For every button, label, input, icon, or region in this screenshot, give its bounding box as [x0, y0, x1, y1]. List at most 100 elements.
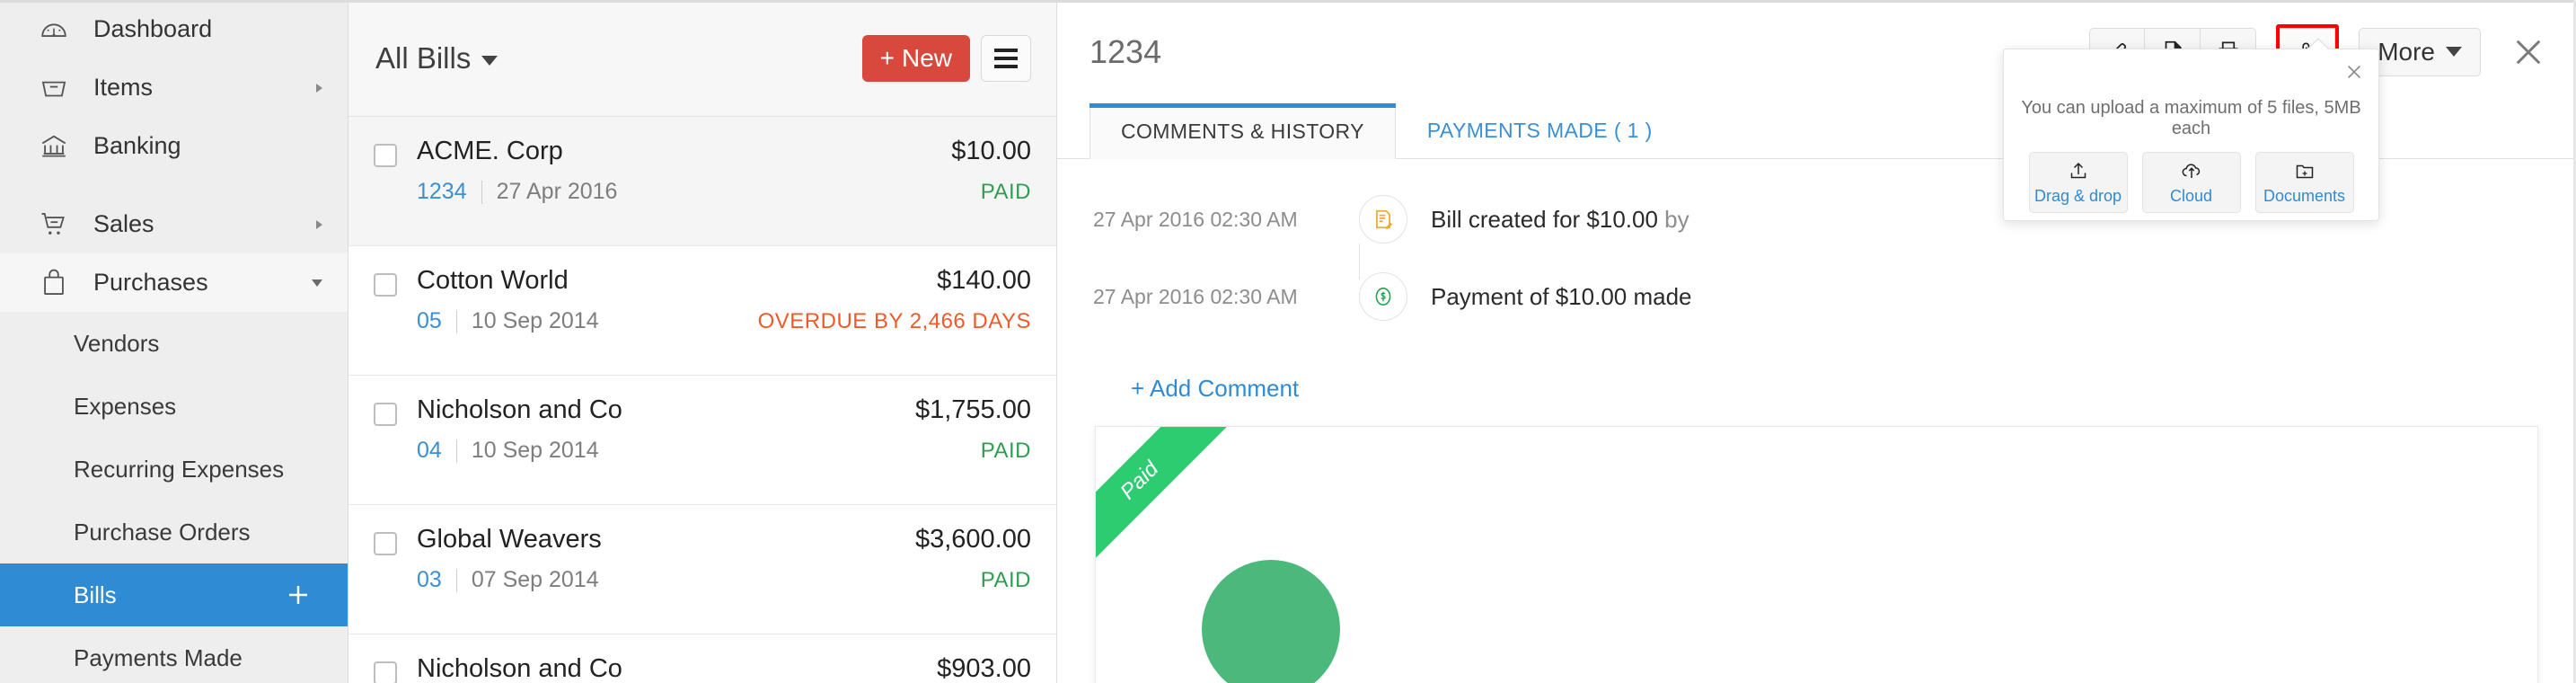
bill-vendor-name: Nicholson and Co	[417, 654, 622, 683]
close-icon[interactable]	[2342, 60, 2366, 84]
new-button-label: New	[901, 43, 952, 72]
bill-row-primary: ACME. Corp $10.00	[417, 137, 1031, 166]
status-badge: PAID	[980, 180, 1031, 204]
sidebar-subitem-label: Payments Made	[74, 643, 243, 671]
bill-row-primary: Nicholson and Co $1,755.00	[417, 395, 1031, 425]
sidebar-item-sales[interactable]: Sales	[0, 195, 348, 253]
bill-row-secondary: 04 10 Sep 2014 PAID	[417, 438, 1031, 464]
sidebar-item-banking[interactable]: Banking	[0, 117, 348, 175]
sidebar-subitem-label: Bills	[74, 581, 117, 608]
dashboard-icon	[34, 10, 74, 49]
cart-icon	[34, 205, 74, 244]
paid-ribbon: Paid	[1096, 427, 1230, 571]
cloud-option[interactable]: Cloud	[2141, 152, 2241, 213]
sidebar-item-dashboard[interactable]: Dashboard	[0, 0, 348, 58]
bill-row-primary: Nicholson and Co $903.00	[417, 654, 1031, 683]
documents-option[interactable]: Documents	[2254, 152, 2354, 213]
sidebar: Dashboard Items Banking Sales Purchases …	[0, 0, 348, 683]
cloud-upload-icon	[2181, 160, 2202, 182]
bill-list-item[interactable]: Cotton World $140.00 05 10 Sep 2014 OVER…	[348, 246, 1056, 376]
cloud-label: Cloud	[2169, 186, 2213, 205]
chevron-right-icon	[316, 219, 322, 229]
bill-number[interactable]: 03	[417, 567, 442, 593]
timeline-text: Bill created for $10.00 by	[1431, 195, 1689, 234]
bill-detail-panel: 1234 More COMMENTS & HISTORY PAYMENTS MA…	[1057, 0, 2576, 683]
drag-drop-label: Drag & drop	[2033, 186, 2122, 205]
bill-vendor-name: Nicholson and Co	[417, 395, 622, 424]
bill-row-secondary: 1234 27 Apr 2016 PAID	[417, 179, 1031, 205]
upload-options: Drag & drop Cloud Documents	[2004, 139, 2378, 213]
bill-preview-area: Paid	[1057, 426, 2576, 683]
status-badge: PAID	[980, 439, 1031, 463]
upload-limit-message: You can upload a maximum of 5 files, 5MB…	[2021, 98, 2361, 138]
sidebar-item-vendors[interactable]: Vendors	[0, 312, 348, 375]
sidebar-item-expenses[interactable]: Expenses	[0, 375, 348, 438]
bill-list-item[interactable]: ACME. Corp $10.00 1234 27 Apr 2016 PAID	[348, 117, 1056, 246]
bill-number[interactable]: 04	[417, 438, 442, 464]
chevron-down-icon	[2446, 47, 2462, 57]
new-bill-button[interactable]: + New	[861, 34, 970, 82]
bill-row-body: Global Weavers $3,600.00 03 07 Sep 2014 …	[417, 525, 1031, 616]
row-checkbox[interactable]	[374, 403, 397, 426]
bill-list-item[interactable]: Nicholson and Co $1,755.00 04 10 Sep 201…	[348, 376, 1056, 505]
tab-comments-history[interactable]: COMMENTS & HISTORY	[1090, 103, 1396, 159]
window-top-edge	[0, 0, 2576, 3]
bill-vendor-name: Cotton World	[417, 266, 569, 295]
bill-row-primary: Global Weavers $3,600.00	[417, 525, 1031, 554]
bill-row-body: Cotton World $140.00 05 10 Sep 2014 OVER…	[417, 266, 1031, 357]
chevron-down-icon	[312, 279, 322, 287]
row-checkbox[interactable]	[374, 532, 397, 555]
bill-date: 10 Sep 2014	[471, 308, 599, 333]
bill-amount: $140.00	[937, 266, 1031, 295]
tab-payments-made[interactable]: PAYMENTS MADE ( 1 )	[1396, 102, 1684, 158]
row-checkbox[interactable]	[374, 273, 397, 297]
bill-date: 27 Apr 2016	[496, 179, 618, 204]
bill-number[interactable]: 1234	[417, 179, 467, 205]
bill-amount: $3,600.00	[914, 525, 1031, 554]
hamburger-icon[interactable]	[981, 34, 1031, 82]
tab-label: COMMENTS & HISTORY	[1121, 119, 1364, 143]
plus-icon[interactable]	[285, 581, 312, 608]
sidebar-divider-gap	[0, 175, 348, 195]
row-checkbox[interactable]	[374, 144, 397, 167]
drag-drop-option[interactable]: Drag & drop	[2028, 152, 2128, 213]
bill-document-preview[interactable]: Paid	[1095, 426, 2538, 683]
list-header-actions: + New	[861, 34, 1031, 82]
separator	[455, 568, 457, 592]
add-comment-link[interactable]: + Add Comment	[1093, 350, 2576, 403]
paid-ribbon-label: Paid	[1116, 457, 1164, 505]
sidebar-item-label: Sales	[93, 210, 154, 237]
bill-list-item[interactable]: Global Weavers $3,600.00 03 07 Sep 2014 …	[348, 505, 1056, 634]
basket-icon	[34, 68, 74, 108]
close-icon[interactable]	[2508, 31, 2549, 73]
timeline-connector	[1359, 244, 1360, 279]
sidebar-item-bills[interactable]: Bills	[0, 563, 348, 626]
row-checkbox[interactable]	[374, 661, 397, 683]
bill-row-secondary: 05 10 Sep 2014 OVERDUE BY 2,466 DAYS	[417, 308, 1031, 334]
bill-date: 10 Sep 2014	[471, 438, 599, 463]
upload-icon	[2068, 160, 2089, 182]
separator	[455, 439, 457, 463]
sidebar-item-purchase-orders[interactable]: Purchase Orders	[0, 501, 348, 563]
list-filter-dropdown[interactable]: All Bills	[375, 41, 498, 75]
sidebar-item-recurring-expenses[interactable]: Recurring Expenses	[0, 438, 348, 501]
timeline-timestamp: 27 Apr 2016 02:30 AM	[1093, 208, 1298, 231]
bag-icon	[34, 263, 74, 303]
documents-label: Documents	[2263, 186, 2346, 205]
separator	[481, 180, 482, 204]
bank-icon	[34, 127, 74, 166]
bill-number[interactable]: 05	[417, 308, 442, 334]
vendor-logo	[1202, 560, 1340, 683]
status-badge: PAID	[980, 568, 1031, 592]
bill-amount: $1,755.00	[914, 395, 1031, 424]
sidebar-item-items[interactable]: Items	[0, 58, 348, 117]
sidebar-item-label: Banking	[93, 132, 181, 159]
bill-created-icon	[1359, 195, 1407, 244]
timeline-main-text: Payment of $10.00 made	[1431, 283, 1692, 310]
bill-list-item[interactable]: Nicholson and Co $903.00 02 10 Sep 2014 …	[348, 634, 1056, 683]
timeline-muted-text: by	[1657, 206, 1689, 233]
sidebar-item-purchases[interactable]: Purchases	[0, 253, 348, 312]
sidebar-item-payments-made[interactable]: Payments Made	[0, 626, 348, 683]
bill-row-body: Nicholson and Co $903.00 02 10 Sep 2014 …	[417, 654, 1031, 683]
list-filter-label: All Bills	[375, 40, 472, 75]
